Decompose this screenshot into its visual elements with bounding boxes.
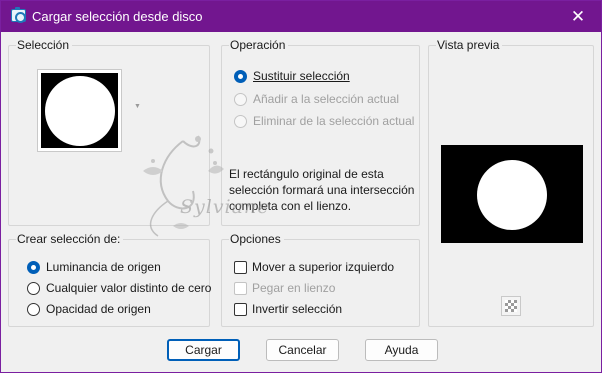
radio-label: Sustituir selección bbox=[253, 69, 350, 83]
radio-label: Opacidad de origen bbox=[46, 302, 151, 316]
selection-thumbnail-image bbox=[41, 73, 118, 148]
checkbox[interactable] bbox=[234, 302, 247, 316]
checkbox-pegar-en-lienzo[interactable]: Pegar en lienzo bbox=[234, 281, 335, 295]
checkbox[interactable] bbox=[234, 281, 247, 295]
info-line: El rectángulo original de esta bbox=[229, 167, 384, 181]
info-line: completa con el lienzo. bbox=[229, 199, 352, 213]
radio-label: Luminancia de origen bbox=[46, 260, 161, 274]
radio-cualquier-valor[interactable]: Cualquier valor distinto de cero bbox=[27, 281, 211, 295]
help-button[interactable]: Ayuda bbox=[365, 339, 438, 361]
checkbox-label: Invertir selección bbox=[252, 302, 343, 316]
radio-eliminar-seleccion[interactable]: Eliminar de la selección actual bbox=[234, 114, 414, 128]
vista-previa-group: Vista previa bbox=[428, 38, 594, 327]
radio-sustituir-seleccion[interactable]: Sustituir selección bbox=[234, 69, 350, 83]
checkbox-mover-superior-izquierdo[interactable]: Mover a superior izquierdo bbox=[234, 260, 394, 274]
operacion-group: Operación Sustituir selección Añadir a l… bbox=[221, 38, 420, 226]
radio-button[interactable] bbox=[27, 281, 40, 295]
vista-previa-label: Vista previa bbox=[436, 38, 503, 52]
radio-label: Cualquier valor distinto de cero bbox=[46, 281, 212, 295]
radio-label: Eliminar de la selección actual bbox=[253, 114, 415, 128]
opciones-group: Opciones Mover a superior izquierdo Pega… bbox=[221, 232, 420, 327]
seleccion-group: Selección ▼ bbox=[8, 38, 210, 226]
radio-opacidad-origen[interactable]: Opacidad de origen bbox=[27, 302, 151, 316]
seleccion-label: Selección bbox=[16, 38, 73, 52]
checkbox[interactable] bbox=[234, 260, 247, 274]
title-bar: Cargar selección desde disco ✕ bbox=[1, 1, 601, 32]
crear-seleccion-group: Crear selección de: Luminancia de origen… bbox=[8, 232, 211, 327]
radio-button[interactable] bbox=[234, 114, 247, 128]
camera-icon bbox=[11, 7, 26, 23]
radio-button-checked[interactable] bbox=[27, 260, 40, 274]
radio-luminancia-origen[interactable]: Luminancia de origen bbox=[27, 260, 161, 274]
radio-anadir-seleccion[interactable]: Añadir a la selección actual bbox=[234, 92, 399, 106]
radio-label: Añadir a la selección actual bbox=[253, 92, 400, 106]
close-button[interactable]: ✕ bbox=[555, 1, 601, 32]
checkbox-label: Mover a superior izquierdo bbox=[252, 260, 395, 274]
operacion-label: Operación bbox=[229, 38, 289, 52]
dialog-window: Cargar selección desde disco ✕ Selección… bbox=[0, 0, 602, 373]
preview-image bbox=[441, 145, 583, 243]
load-button[interactable]: Cargar bbox=[167, 339, 240, 361]
radio-button[interactable] bbox=[27, 302, 40, 316]
info-line: selección formará una intersección bbox=[229, 183, 415, 197]
cancel-button[interactable]: Cancelar bbox=[266, 339, 339, 361]
checkbox-label: Pegar en lienzo bbox=[252, 281, 336, 295]
checkerboard-icon[interactable] bbox=[501, 296, 521, 316]
window-title: Cargar selección desde disco bbox=[32, 9, 203, 24]
thumbnail-dropdown-arrow-icon[interactable]: ▼ bbox=[134, 103, 141, 110]
intersection-info-text: El rectángulo original de esta selección… bbox=[229, 166, 419, 214]
opciones-label: Opciones bbox=[229, 232, 284, 246]
crear-seleccion-label: Crear selección de: bbox=[16, 232, 124, 246]
selection-thumbnail[interactable] bbox=[37, 69, 122, 152]
checkbox-invertir-seleccion[interactable]: Invertir selección bbox=[234, 302, 342, 316]
radio-button-checked[interactable] bbox=[234, 69, 247, 83]
radio-button[interactable] bbox=[234, 92, 247, 106]
